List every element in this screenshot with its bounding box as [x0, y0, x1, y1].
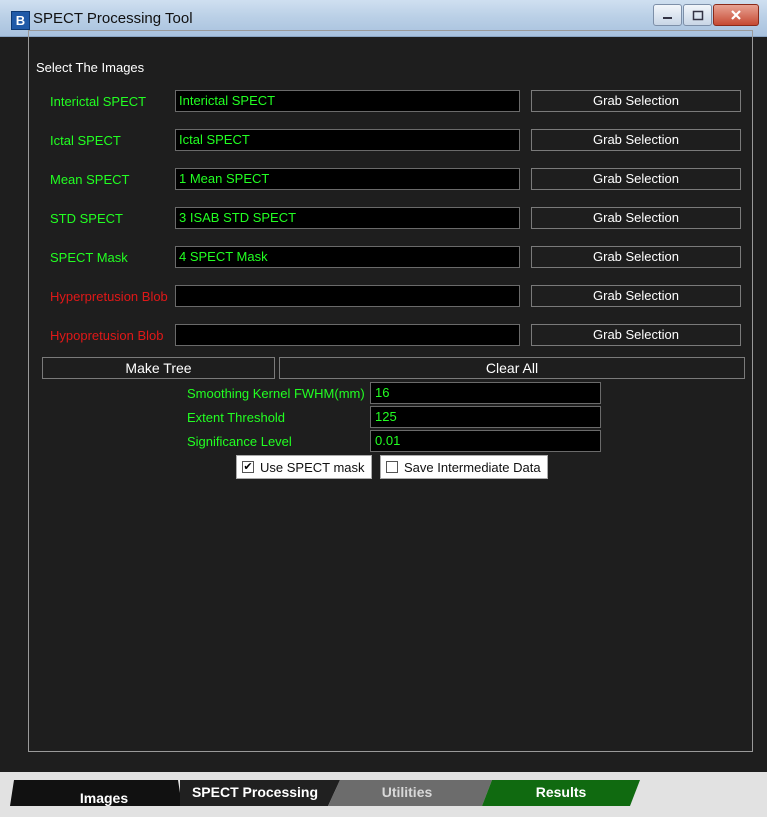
maximize-icon[interactable]	[683, 4, 712, 26]
grab-hypo-button[interactable]: Grab Selection	[531, 324, 741, 346]
use-mask-label: Use SPECT mask	[260, 459, 365, 475]
smoothing-field[interactable]: 16	[370, 382, 601, 404]
mean-spect-field[interactable]: 1 Mean SPECT	[175, 168, 520, 190]
mean-spect-label: Mean SPECT	[50, 172, 130, 187]
extent-threshold-field[interactable]: 125	[370, 406, 601, 428]
extent-threshold-label: Extent Threshold	[187, 410, 286, 425]
ictal-label: Ictal SPECT	[50, 133, 121, 148]
hypoperfusion-field[interactable]	[175, 324, 520, 346]
grab-hyper-button[interactable]: Grab Selection	[531, 285, 741, 307]
save-data-label: Save Intermediate Data	[404, 459, 541, 475]
std-spect-field[interactable]: 3 ISAB STD SPECT	[175, 207, 520, 229]
hypoperfusion-label: Hypopretusion Blob	[50, 328, 164, 343]
save-intermediate-checkbox[interactable]: Save Intermediate Data	[380, 455, 548, 479]
tab-images[interactable]: Images	[30, 784, 178, 812]
tab-results[interactable]: Results	[486, 778, 636, 806]
std-spect-label: STD SPECT	[50, 211, 123, 226]
make-tree-button[interactable]: Make Tree	[42, 357, 275, 379]
tab-utilities[interactable]: Utilities	[332, 778, 482, 806]
hyperperfusion-label: Hyperpretusion Blob	[50, 289, 168, 304]
window-title: SPECT Processing Tool	[33, 10, 193, 27]
checkmark-icon: ✔	[242, 461, 254, 473]
grab-mask-button[interactable]: Grab Selection	[531, 246, 741, 268]
close-icon[interactable]	[713, 4, 759, 26]
grab-ictal-button[interactable]: Grab Selection	[531, 129, 741, 151]
grab-interictal-button[interactable]: Grab Selection	[531, 90, 741, 112]
interictal-label: Interictal SPECT	[50, 94, 147, 109]
group-title: Select The Images	[34, 60, 147, 75]
unchecked-box-icon	[386, 461, 398, 473]
window-controls	[652, 4, 759, 26]
significance-label: Significance Level	[187, 434, 292, 449]
app-icon: B	[11, 11, 30, 30]
ictal-field[interactable]: Ictal SPECT	[175, 129, 520, 151]
hyperperfusion-field[interactable]	[175, 285, 520, 307]
tab-spect-processing[interactable]: SPECT Processing	[180, 778, 330, 806]
use-spect-mask-checkbox[interactable]: ✔ Use SPECT mask	[236, 455, 372, 479]
grab-mean-button[interactable]: Grab Selection	[531, 168, 741, 190]
spect-mask-label: SPECT Mask	[50, 250, 128, 265]
tab-strip: Images SPECT Processing Utilities Result…	[0, 772, 767, 817]
minimize-icon[interactable]	[653, 4, 682, 26]
significance-field[interactable]: 0.01	[370, 430, 601, 452]
grab-std-button[interactable]: Grab Selection	[531, 207, 741, 229]
clear-all-button[interactable]: Clear All	[279, 357, 745, 379]
spect-mask-field[interactable]: 4 SPECT Mask	[175, 246, 520, 268]
smoothing-label: Smoothing Kernel FWHM(mm)	[187, 386, 365, 401]
interictal-field[interactable]: Interictal SPECT	[175, 90, 520, 112]
